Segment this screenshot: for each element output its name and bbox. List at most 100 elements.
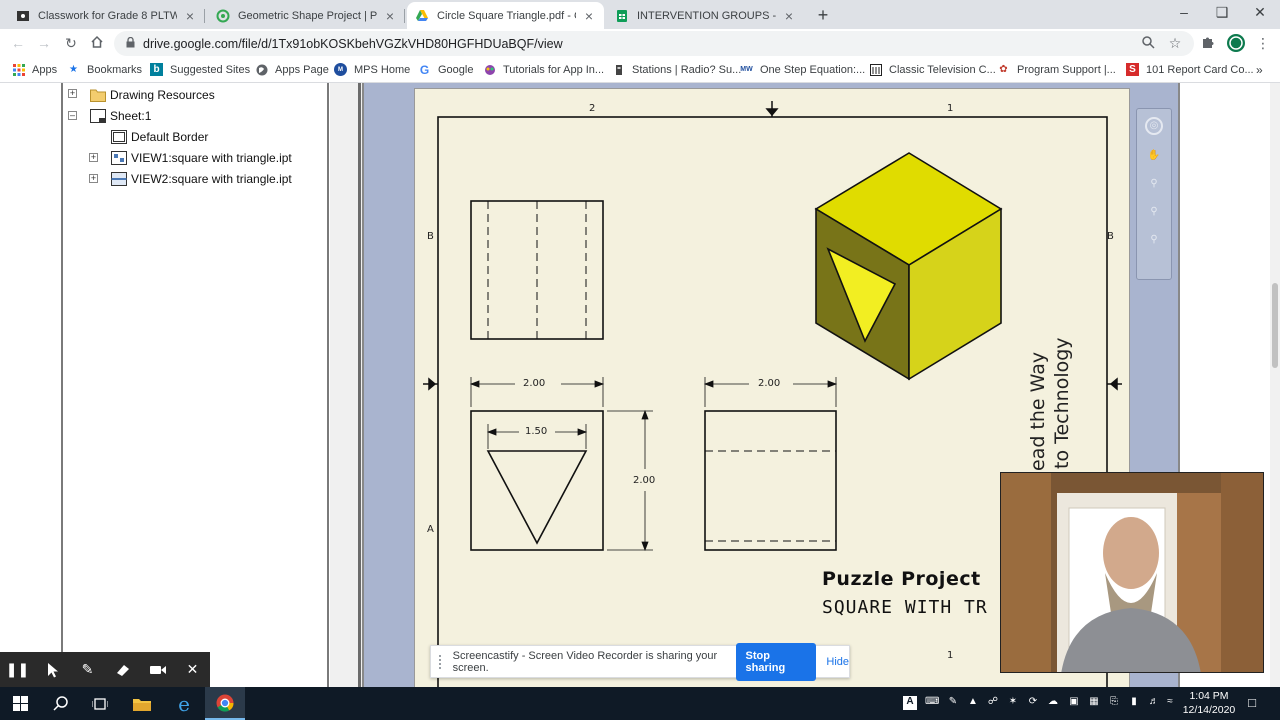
zoom-window-icon[interactable]: ⚲ [1145,205,1163,223]
tree-expand-icon[interactable]: + [89,153,98,162]
bookmark-program-support[interactable]: ✿ Program Support |... [997,63,1116,76]
new-tab-button[interactable]: + [814,5,832,26]
tree-item-view1[interactable]: VIEW1:square with triangle.ipt [111,148,292,168]
panel-divider[interactable] [330,83,364,687]
chrome-taskbar-icon[interactable] [205,687,245,720]
home-icon[interactable] [89,35,105,51]
back-arrow-icon[interactable]: ← [10,35,26,51]
dimension-label-triangle-width: 1.50 [525,426,548,437]
bookmark-label: Program Support |... [1017,63,1116,76]
tray-bluetooth-icon[interactable]: ✶ [1006,696,1020,710]
tab-title: Circle Square Triangle.pdf - Goo [437,9,576,22]
task-view-icon[interactable] [80,687,120,720]
tab-classwork[interactable]: Classwork for Grade 8 PLTW/Con × [8,2,205,29]
stop-sharing-button[interactable]: Stop sharing [735,642,817,681]
tab-close-icon[interactable]: × [782,8,796,24]
bookmark-classic-television[interactable]: Classic Television C... [869,63,996,76]
profile-avatar[interactable] [1226,33,1246,53]
notification-center-icon[interactable]: □ [1245,695,1259,710]
top-view [470,200,604,340]
tree-expand-icon[interactable]: + [89,174,98,183]
pan-hand-icon[interactable]: ✋ [1145,149,1163,167]
border-icon [111,130,127,144]
tab-title: Classwork for Grade 8 PLTW/Con [38,9,177,22]
pause-icon[interactable]: ❚❚ [0,652,35,687]
close-window-icon[interactable]: ✕ [1250,4,1270,21]
bookmark-star-icon[interactable]: ☆ [1167,35,1183,51]
tray-keyboard-icon[interactable]: ⌨ [925,696,939,710]
tree-item-drawing-resources[interactable]: Drawing Resources [90,85,215,105]
minimize-window-icon[interactable]: – [1174,4,1194,20]
cursor-icon[interactable] [35,652,70,687]
tree-item-default-border[interactable]: Default Border [111,127,208,147]
browser-tab-strip: Classwork for Grade 8 PLTW/Con × Geometr… [0,0,1280,29]
bookmark-google[interactable]: G Google [418,63,474,77]
tab-intervention-groups[interactable]: INTERVENTION GROUPS - Goog × [607,2,804,29]
steering-wheel-icon[interactable]: ◎ [1145,117,1163,135]
scrollbar-thumb[interactable] [1272,283,1278,368]
edge-browser-icon[interactable]: e [164,687,204,720]
bookmark-one-step-equation[interactable]: MW One Step Equation:... [740,63,865,76]
lock-icon [126,36,135,51]
chrome-menu-icon[interactable]: ⋮ [1255,35,1271,51]
bookmarks-overflow-icon[interactable]: » [1256,63,1263,77]
tab-close-icon[interactable]: × [383,8,397,24]
tab-close-icon[interactable]: × [183,8,197,24]
hide-button[interactable]: Hide [826,656,849,668]
extensions-puzzle-icon[interactable] [1200,35,1216,51]
search-icon[interactable] [40,687,80,720]
tab-geometric-shape-project[interactable]: Geometric Shape Project | Part S × [208,2,405,29]
tray-security-icon[interactable]: ▣ [1067,696,1081,710]
bookmark-tutorials[interactable]: Tutorials for App In... [483,63,604,76]
math-worksheet-icon: MW [740,65,753,73]
tray-network-icon[interactable]: ☍ [986,696,1000,710]
zone-label: A [427,524,434,535]
reload-icon[interactable]: ↻ [63,35,79,51]
pen-icon[interactable]: ✎ [70,652,105,687]
tray-drive-icon[interactable]: ▲ [966,696,980,710]
drag-handle-icon[interactable] [439,654,445,669]
tray-app-icon[interactable]: A [903,696,917,710]
tab-circle-square-triangle-pdf[interactable]: Circle Square Triangle.pdf - Goo × [407,2,604,29]
address-bar[interactable]: drive.google.com/file/d/1Tx91obKOSKbehVG… [114,31,1194,56]
bookmark-label: 101 Report Card Co... [1146,63,1254,76]
webcam-overlay [1000,472,1264,673]
bookmark-bookmarks[interactable]: ★ Bookmarks [67,63,142,76]
bookmark-report-card[interactable]: S 101 Report Card Co... [1126,63,1254,76]
file-explorer-icon[interactable] [122,687,162,720]
tree-expand-icon[interactable]: + [68,89,77,98]
tray-battery-icon[interactable]: ▮ [1127,696,1141,710]
zoom-search-icon[interactable] [1140,35,1156,51]
tray-sync-icon[interactable]: ⟳ [1026,696,1040,710]
bookmark-suggested-sites[interactable]: b Suggested Sites [150,63,250,76]
zoom-extents-icon[interactable]: ⚲ [1145,233,1163,251]
clock-time: 1:04 PM [1189,690,1229,702]
tree-collapse-icon[interactable]: – [68,111,77,120]
bookmark-apps[interactable]: Apps [12,63,57,76]
bookmark-label: One Step Equation:... [760,63,866,76]
tray-cloud-icon[interactable]: ☁ [1046,696,1060,710]
dimension-label-height: 2.00 [633,475,656,486]
camera-icon[interactable] [140,652,175,687]
zoom-icon[interactable]: ⚲ [1145,177,1163,195]
tray-wifi-icon[interactable]: ≈ [1163,696,1177,710]
taskbar-clock[interactable]: 1:04 PM 12/14/2020 [1176,689,1242,717]
tab-close-icon[interactable]: × [582,8,596,24]
tray-printer-icon[interactable]: ⎘ [1107,696,1121,710]
tray-volume-icon[interactable]: ♬ [1147,696,1161,710]
tray-pen-icon[interactable]: ✎ [946,696,960,710]
eraser-icon[interactable] [105,652,140,687]
forward-arrow-icon[interactable]: → [36,35,52,51]
tree-item-view2[interactable]: VIEW2:square with triangle.ipt [111,169,292,189]
tree-item-sheet-1[interactable]: Sheet:1 [90,106,151,126]
zone-label: 1 [947,650,954,661]
maximize-window-icon[interactable]: ❑ [1212,4,1232,21]
tray-monitor-icon[interactable]: ▦ [1087,696,1101,710]
webcam-presenter-image [1001,473,1263,672]
bookmark-stations-radio[interactable]: Stations | Radio? Su... [612,63,741,76]
vertical-scrollbar[interactable] [1270,83,1280,687]
close-toolbar-icon[interactable]: ✕ [175,652,210,687]
windows-start-icon[interactable] [0,687,40,720]
bookmark-mps-home[interactable]: M MPS Home [334,63,410,76]
bookmark-apps-page[interactable]: Apps Page [255,63,329,76]
